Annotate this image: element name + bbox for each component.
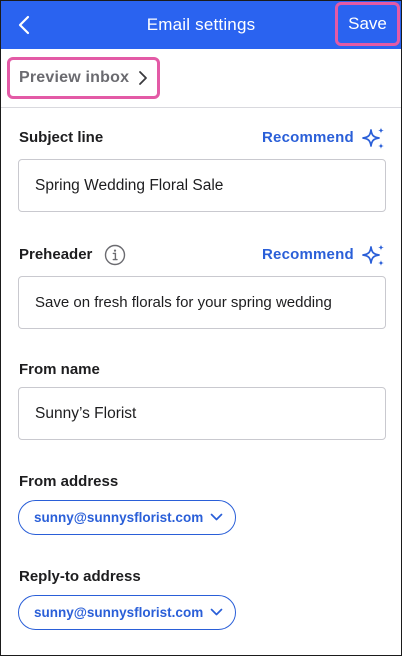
from-address-value: sunny@sunnysflorist.com	[34, 510, 204, 525]
subject-line-input[interactable]: Spring Wedding Floral Sale	[18, 159, 386, 212]
header-bar: Email settings Save	[1, 1, 401, 49]
preheader-input[interactable]: Save on fresh florals for your spring we…	[18, 276, 386, 329]
chevron-down-icon	[210, 608, 223, 616]
email-settings-screen: Email settings Save Preview inbox Subjec…	[0, 0, 402, 656]
sparkle-icon[interactable]	[361, 126, 387, 152]
preheader-label: Preheader	[19, 246, 93, 263]
preview-inbox-label: Preview inbox	[19, 69, 130, 86]
sparkle-icon[interactable]	[361, 243, 387, 269]
preview-inbox-button[interactable]: Preview inbox	[7, 57, 160, 99]
info-icon[interactable]	[104, 244, 126, 266]
preview-bar: Preview inbox	[1, 49, 401, 108]
reply-to-address-value: sunny@sunnysflorist.com	[34, 605, 204, 620]
subject-recommend-button[interactable]: Recommend	[262, 129, 354, 146]
chevron-down-icon	[210, 513, 223, 521]
from-name-label: From name	[19, 361, 100, 378]
subject-line-label: Subject line	[19, 129, 104, 146]
preheader-recommend-button[interactable]: Recommend	[262, 246, 354, 263]
save-button[interactable]: Save	[335, 2, 400, 46]
from-address-dropdown[interactable]: sunny@sunnysflorist.com	[18, 500, 236, 535]
reply-to-address-dropdown[interactable]: sunny@sunnysflorist.com	[18, 595, 236, 630]
from-name-input[interactable]: Sunny’s Florist	[18, 387, 386, 440]
reply-to-address-label: Reply-to address	[19, 568, 141, 585]
chevron-right-icon	[139, 71, 147, 85]
from-address-label: From address	[19, 473, 119, 490]
